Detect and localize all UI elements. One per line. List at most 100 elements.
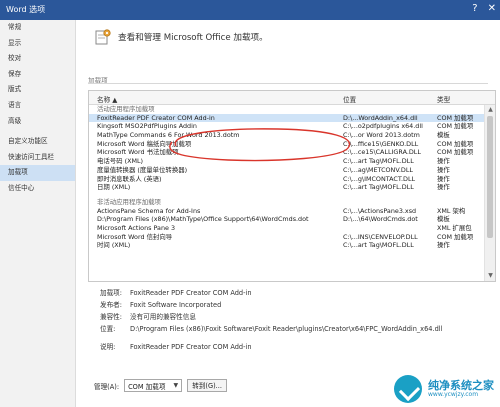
cell-type: XML 架构 [437, 206, 466, 215]
table-header: 名称 ▲ 位置 类型 [89, 91, 495, 105]
addins-table: 名称 ▲ 位置 类型 活动应用程序加载项 FoxitReader PDF Crea… [88, 90, 496, 282]
sidebar-item-customize-ribbon[interactable]: 自定义功能区 [0, 134, 75, 150]
table-row[interactable]: D:\Program Files (x86)\MathType\Office S… [89, 215, 486, 224]
table-row[interactable]: 电话号码 (XML) C:\...art Tag\MOFL.DLL 操作 [89, 157, 486, 166]
manage-dropdown[interactable]: COM 加载项 ▼ [124, 379, 183, 392]
sidebar-item-language[interactable]: 语言 [0, 98, 75, 114]
cell-type: 操作 [437, 165, 450, 174]
cell-name: 即时消息联系人 (英语) [97, 174, 162, 183]
table-group-header: 非活动应用程序加载项 [89, 198, 486, 207]
chevron-down-icon: ▼ [173, 382, 179, 389]
sidebar-item-display[interactable]: 显示 [0, 36, 75, 52]
cell-name: FoxitReader PDF Creator COM Add-in [97, 113, 215, 122]
column-header-type[interactable]: 类型 [437, 94, 450, 104]
cell-type: COM 加载项 [437, 113, 474, 122]
cell-type: 模板 [437, 131, 450, 140]
cell-name: Microsoft Word 书法加载项 [97, 148, 179, 157]
cell-type: COM 加载项 [437, 122, 474, 131]
vertical-scrollbar[interactable]: ▲ ▼ [484, 105, 495, 281]
window-controls: ? ✕ [472, 3, 496, 14]
cell-type: 操作 [437, 241, 450, 250]
sidebar-item-general[interactable]: 常规 [0, 20, 75, 36]
help-button[interactable]: ? [472, 3, 477, 14]
go-button[interactable]: 转到(G)... [187, 379, 228, 392]
cell-name: Microsoft Word 稿纸向导加载项 [97, 139, 192, 148]
cell-name: Microsoft Word 信封向导 [97, 232, 173, 241]
table-row[interactable]: Microsoft Word 信封向导 C:\...INS\CENVELOP.DL… [89, 233, 486, 242]
cell-type: COM 加载项 [437, 148, 474, 157]
cell-name: Microsoft Actions Pane 3 [97, 223, 176, 232]
watermark-logo-icon [394, 375, 422, 403]
cell-name: 时间 (XML) [97, 241, 131, 250]
cell-location: C:\...art Tag\MOFL.DLL [343, 157, 414, 166]
table-row[interactable]: 度量值转换器 (度量单位转换器) C:\...ag\METCONV.DLL 操作 [89, 166, 486, 175]
cell-type: COM 加载项 [437, 232, 474, 241]
cell-location: C:\...o2pdfplugins x64.dll [343, 122, 423, 131]
addins-gear-icon [95, 29, 111, 45]
cell-location: C:\...ce15\CALLIGRA.DLL [343, 148, 421, 157]
detail-location: 位置: D:\Program Files (x86)\Foxit Softwar… [100, 325, 443, 333]
sidebar-item-layout[interactable]: 版式 [0, 82, 75, 98]
table-body: 活动应用程序加载项 FoxitReader PDF Creator COM Add… [89, 105, 486, 250]
sidebar-item-quick-access[interactable]: 快速访问工具栏 [0, 150, 75, 166]
cell-location: C:\...art Tag\MOFL.DLL [343, 241, 414, 250]
cell-location: C:\...ag\METCONV.DLL [343, 165, 413, 174]
cell-type: XML 扩展包 [437, 223, 472, 232]
group-label: 非活动应用程序加载项 [97, 197, 161, 206]
manage-bar: 管理(A): COM 加载项 ▼ 转到(G)... [94, 379, 228, 392]
sidebar-item-save[interactable]: 保存 [0, 67, 75, 83]
sidebar-item-advanced[interactable]: 高级 [0, 114, 75, 130]
table-row[interactable]: ActionsPane Schema for Add-Ins C:\...\Act… [89, 207, 486, 216]
table-row[interactable]: Microsoft Actions Pane 3 XML 扩展包 [89, 224, 486, 233]
group-label: 活动应用程序加载项 [97, 105, 155, 113]
cell-type: COM 加载项 [437, 139, 474, 148]
content-panel: 查看和管理 Microsoft Office 加载项。 加载项 名称 ▲ 位置 … [76, 20, 500, 407]
cell-location: C:\...INS\CENVELOP.DLL [343, 232, 418, 241]
cell-location: C:\...\ActionsPane3.xsd [343, 206, 417, 215]
scroll-up-arrow-icon[interactable]: ▲ [485, 105, 495, 115]
cell-type: 操作 [437, 183, 450, 192]
details-panel: 加载项: FoxitReader PDF Creator COM Add-in … [100, 287, 490, 353]
cell-name: ActionsPane Schema for Add-Ins [97, 206, 201, 215]
sidebar-item-addins[interactable]: 加载项 [0, 165, 75, 181]
cell-location: D:\...\64\WordCmds.dot [343, 215, 418, 224]
window-title: Word 选项 [6, 5, 46, 14]
table-row[interactable]: 即时消息联系人 (英语) C:\...g\IMCONTACT.DLL 操作 [89, 175, 486, 184]
table-row[interactable]: Kingsoft MSO2PdfPlugins Addin C:\...o2pdf… [89, 122, 486, 131]
cell-location: C:\...or Word 2013.dotm [343, 131, 420, 140]
table-row[interactable]: MathType Commands 6 For Word 2013.dotm C:… [89, 131, 486, 140]
cell-type: 模板 [437, 215, 450, 224]
page-heading: 查看和管理 Microsoft Office 加载项。 [94, 28, 268, 46]
scrollbar-thumb[interactable] [487, 116, 493, 238]
column-header-location[interactable]: 位置 [343, 94, 356, 104]
manage-selected-value: COM 加载项 [128, 382, 166, 391]
cell-name: 度量值转换器 (度量单位转换器) [97, 165, 188, 174]
table-row[interactable]: Microsoft Word 稿纸向导加载项 C:\...ffice15\GENK… [89, 140, 486, 149]
sidebar: 常规 显示 校对 保存 版式 语言 高级 自定义功能区 快速访问工具栏 加载项 … [0, 20, 76, 407]
scroll-down-arrow-icon[interactable]: ▼ [485, 271, 495, 281]
cell-location: D:\...WordAddin_x64.dll [343, 113, 418, 122]
table-row[interactable]: Microsoft Word 书法加载项 C:\...ce15\CALLIGRA.… [89, 148, 486, 157]
page-title: 查看和管理 Microsoft Office 加载项。 [118, 33, 268, 43]
detail-compatibility: 兼容性: 没有可用的兼容性信息 [100, 313, 196, 321]
sidebar-item-trust-center[interactable]: 信任中心 [0, 181, 75, 197]
manage-label: 管理(A): [94, 382, 120, 391]
detail-addin: 加载项: FoxitReader PDF Creator COM Add-in [100, 289, 252, 297]
cell-location: C:\...ffice15\GENKO.DLL [343, 139, 419, 148]
cell-name: D:\Program Files (x86)\MathType\Office S… [97, 215, 309, 224]
title-bar: Word 选项 ? ✕ [0, 0, 500, 20]
detail-description: 说明: FoxitReader PDF Creator COM Add-in [100, 343, 252, 351]
detail-publisher: 发布者: Foxit Software Incorporated [100, 301, 222, 309]
table-row[interactable]: 时间 (XML) C:\...art Tag\MOFL.DLL 操作 [89, 241, 486, 250]
column-header-name[interactable]: 名称 ▲ [97, 94, 117, 104]
sidebar-item-proofing[interactable]: 校对 [0, 51, 75, 67]
watermark-url: www.ycwjzy.com [428, 390, 479, 398]
table-row[interactable]: 日期 (XML) C:\...art Tag\MOFL.DLL 操作 [89, 183, 486, 192]
cell-type: 操作 [437, 174, 450, 183]
close-button[interactable]: ✕ [488, 3, 496, 14]
table-group-header: 活动应用程序加载项 [89, 105, 486, 114]
watermark-title: 纯净系统之家 [428, 378, 494, 392]
table-row[interactable]: FoxitReader PDF Creator COM Add-in D:\...… [89, 113, 486, 123]
cell-type: 操作 [437, 157, 450, 166]
section-divider [88, 83, 488, 84]
